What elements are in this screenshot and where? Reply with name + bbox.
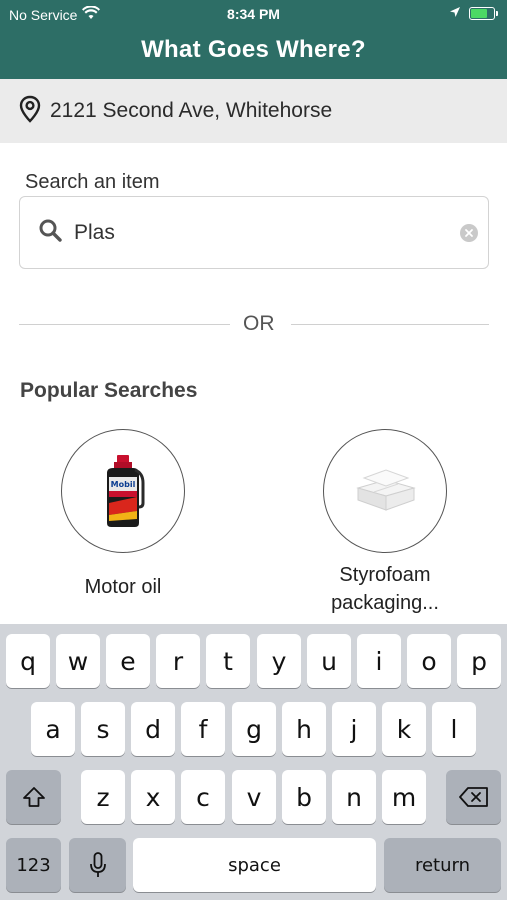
space-key[interactable]: space [133, 838, 376, 892]
status-time: 8:34 PM [227, 6, 280, 22]
key-s[interactable]: s [81, 702, 125, 756]
key-q[interactable]: q [6, 634, 50, 688]
status-right [449, 5, 498, 21]
search-label: Search an item [25, 171, 160, 193]
key-w[interactable]: w [56, 634, 100, 688]
styrofoam-thumbnail [323, 429, 447, 553]
divider-line-left [19, 324, 230, 325]
status-bar: No Service 8:34 PM [0, 0, 507, 28]
dictation-key[interactable] [69, 838, 126, 892]
app-header: No Service 8:34 PM What Goes Where? [0, 0, 507, 79]
popular-item-label: Styrofoam packaging... [331, 564, 439, 614]
return-key[interactable]: return [384, 838, 501, 892]
key-d[interactable]: d [131, 702, 175, 756]
search-input[interactable]: Plas [19, 196, 489, 269]
key-a[interactable]: a [31, 702, 75, 756]
svg-text:Mobil: Mobil [111, 480, 136, 489]
key-h[interactable]: h [282, 702, 326, 756]
location-address: 2121 Second Ave, Whitehorse [50, 99, 333, 122]
popular-item-motor-oil[interactable]: Mobil Motor oil [33, 429, 213, 601]
key-e[interactable]: e [106, 634, 150, 688]
motor-oil-thumbnail: Mobil [61, 429, 185, 553]
key-g[interactable]: g [232, 702, 276, 756]
shift-icon [22, 787, 45, 807]
key-f[interactable]: f [181, 702, 225, 756]
key-p[interactable]: p [457, 634, 501, 688]
search-input-value[interactable]: Plas [74, 221, 460, 245]
key-l[interactable]: l [432, 702, 476, 756]
popular-item-label: Motor oil [84, 576, 162, 598]
popular-item-styrofoam[interactable]: Styrofoam packaging... [295, 429, 475, 617]
key-v[interactable]: v [232, 770, 276, 824]
key-c[interactable]: c [181, 770, 225, 824]
or-divider: OR [19, 312, 489, 338]
key-o[interactable]: o [407, 634, 451, 688]
page-title: What Goes Where? [141, 36, 366, 63]
on-screen-keyboard: q w e r t y u i o p a s d f g h j k l z … [0, 624, 507, 900]
backspace-icon [458, 787, 488, 807]
popular-searches-heading: Popular Searches [20, 379, 198, 402]
key-n[interactable]: n [332, 770, 376, 824]
key-m[interactable]: m [382, 770, 426, 824]
key-k[interactable]: k [382, 702, 426, 756]
divider-line-right [291, 324, 489, 325]
microphone-icon [89, 852, 106, 877]
search-icon [38, 218, 62, 247]
key-z[interactable]: z [81, 770, 125, 824]
clear-icon[interactable] [460, 223, 478, 242]
key-y[interactable]: y [257, 634, 301, 688]
location-arrow-icon [449, 5, 461, 21]
key-i[interactable]: i [357, 634, 401, 688]
or-text: OR [243, 312, 275, 335]
styrofoam-container-icon [356, 469, 416, 511]
backspace-key[interactable] [446, 770, 501, 824]
key-j[interactable]: j [332, 702, 376, 756]
map-pin-icon [19, 95, 41, 128]
battery-icon [469, 6, 498, 20]
numbers-key[interactable]: 123 [6, 838, 61, 892]
location-bar[interactable]: 2121 Second Ave, Whitehorse [0, 79, 507, 143]
key-b[interactable]: b [282, 770, 326, 824]
key-t[interactable]: t [206, 634, 250, 688]
key-x[interactable]: x [131, 770, 175, 824]
shift-key[interactable] [6, 770, 61, 824]
key-r[interactable]: r [156, 634, 200, 688]
motor-oil-bottle-icon: Mobil [107, 455, 145, 527]
key-u[interactable]: u [307, 634, 351, 688]
